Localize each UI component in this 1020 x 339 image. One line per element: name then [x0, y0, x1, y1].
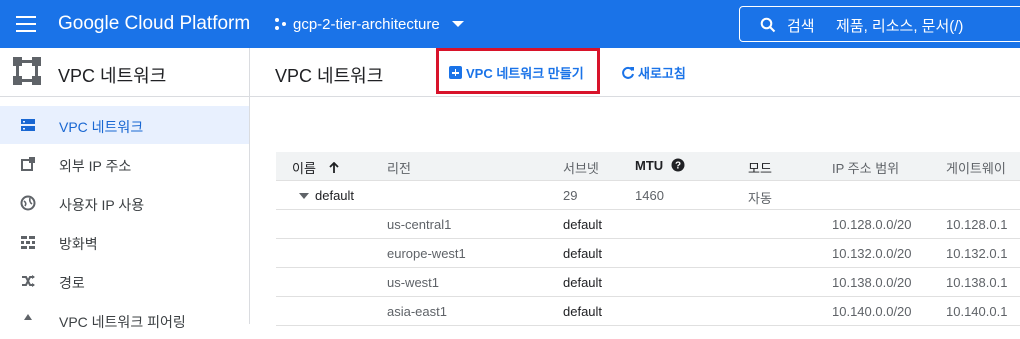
region-cell: asia-east1: [387, 304, 447, 319]
sidebar-item-label: 외부 IP 주소: [59, 158, 132, 174]
sidebar-item-user-ip[interactable]: 사용자 IP 사용: [0, 184, 249, 222]
column-header-mode[interactable]: 모드: [748, 158, 772, 177]
peering-icon: [24, 314, 32, 320]
project-icon: [275, 18, 286, 30]
sort-up-icon: [328, 161, 339, 173]
search-label: 검색: [787, 18, 815, 35]
gateway-cell: 10.128.0.1: [946, 217, 1008, 232]
page-title: VPC 네트워크: [275, 66, 384, 86]
column-header-region[interactable]: 리전: [387, 158, 411, 177]
globe-icon: [20, 195, 36, 211]
sidebar-header: VPC 네트워크: [0, 48, 250, 97]
sidebar-item-routes[interactable]: 경로: [0, 262, 249, 300]
sidebar-item-peering[interactable]: VPC 네트워크 피어링: [0, 301, 249, 339]
subnet-name[interactable]: default: [563, 246, 602, 261]
subnet-name[interactable]: default: [563, 275, 602, 290]
refresh-label: 새로고침: [638, 66, 686, 81]
region-cell: europe-west1: [387, 246, 466, 261]
chevron-down-icon: [451, 21, 464, 27]
sidebar-item-label: VPC 네트워크: [59, 119, 144, 135]
table-row: us-central1 default 10.128.0.0/20 10.128…: [276, 210, 1020, 239]
page-header: VPC 네트워크 VPC 네트워크 만들기 새로고침: [250, 48, 1020, 97]
gateway-cell: 10.140.0.1: [946, 304, 1008, 319]
create-vpc-label: VPC 네트워크 만들기: [466, 66, 584, 81]
sidebar-item-vpc-network[interactable]: VPC 네트워크: [0, 106, 249, 144]
gateway-cell: 10.138.0.1: [946, 275, 1008, 290]
help-icon[interactable]: ?: [671, 158, 685, 172]
firewall-icon: [21, 236, 35, 249]
search-placeholder: 제품, 리소스, 문서(/): [836, 18, 964, 35]
column-header-gateway[interactable]: 게이트웨이: [946, 158, 1006, 177]
mode-value: 자동: [748, 191, 772, 206]
sidebar-item-firewall[interactable]: 방화벽: [0, 223, 249, 261]
refresh-button[interactable]: 새로고침: [621, 63, 686, 82]
project-name: gcp-2-tier-architecture: [293, 15, 440, 33]
create-vpc-button[interactable]: VPC 네트워크 만들기: [449, 63, 584, 82]
add-icon: [449, 66, 462, 79]
routes-icon: [22, 275, 35, 287]
external-ip-icon: [21, 157, 35, 171]
sidebar-item-label: VPC 네트워크 피어링: [59, 314, 186, 330]
sidebar-item-label: 방화벽: [59, 236, 98, 252]
column-header-subnets[interactable]: 서브넷: [563, 158, 599, 177]
sidebar-item-label: 경로: [59, 275, 85, 291]
search-icon: [760, 17, 776, 33]
gateway-cell: 10.132.0.1: [946, 246, 1008, 261]
vpc-logo-icon: [13, 57, 41, 85]
svg-text:?: ?: [675, 161, 681, 172]
subnet-name[interactable]: default: [563, 217, 602, 232]
expand-arrow-icon[interactable]: [298, 192, 310, 200]
column-label: 이름: [292, 161, 316, 176]
ip-range-cell: 10.128.0.0/20: [832, 217, 912, 232]
vpc-network-icon: [21, 119, 35, 131]
sidebar-item-label: 사용자 IP 사용: [59, 197, 145, 213]
ip-range-cell: 10.132.0.0/20: [832, 246, 912, 261]
sidebar-item-external-ip[interactable]: 외부 IP 주소: [0, 145, 249, 183]
table-row: asia-east1 default 10.140.0.0/20 10.140.…: [276, 297, 1020, 326]
sidebar: VPC 네트워크 VPC 네트워크 외부 IP 주소 사용자 IP 사용 방화벽: [0, 48, 250, 330]
search-input[interactable]: 검색 제품, 리소스, 문서(/): [739, 6, 1020, 42]
network-name[interactable]: default: [315, 188, 354, 203]
project-selector[interactable]: gcp-2-tier-architecture: [273, 14, 464, 34]
table-row-network[interactable]: default 29 1460 자동: [276, 181, 1020, 210]
region-cell: us-west1: [387, 275, 440, 290]
table-row: europe-west1 default 10.132.0.0/20 10.13…: [276, 239, 1020, 268]
ip-range-cell: 10.140.0.0/20: [832, 304, 912, 319]
top-bar: Google Cloud Platform gcp-2-tier-archite…: [0, 0, 1020, 48]
brand-title[interactable]: Google Cloud Platform: [58, 13, 250, 35]
subnet-count: 29: [563, 188, 578, 203]
region-cell: us-central1: [387, 217, 452, 232]
menu-icon[interactable]: [16, 16, 36, 32]
column-label: MTU: [635, 158, 664, 173]
column-header-mtu[interactable]: MTU ?: [635, 158, 685, 173]
subnet-name[interactable]: default: [563, 304, 602, 319]
sidebar-title: VPC 네트워크: [58, 66, 167, 86]
mtu-value: 1460: [635, 188, 664, 203]
table-row: us-west1 default 10.138.0.0/20 10.138.0.…: [276, 268, 1020, 297]
column-header-name[interactable]: 이름: [292, 158, 340, 177]
column-header-ip-range[interactable]: IP 주소 범위: [832, 158, 899, 177]
refresh-icon: [622, 66, 634, 79]
table-header: 이름 리전 서브넷 MTU ? 모드 IP 주소 범위 게이트웨이: [276, 152, 1020, 181]
ip-range-cell: 10.138.0.0/20: [832, 275, 912, 290]
